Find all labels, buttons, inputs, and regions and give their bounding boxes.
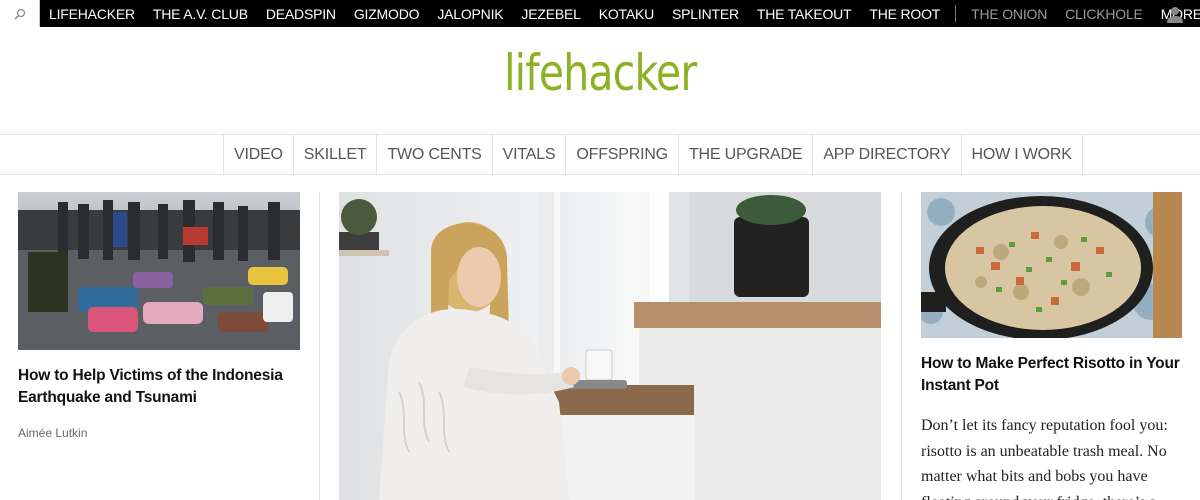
section-tab-vitals[interactable]: VITALS	[493, 135, 567, 174]
column-divider	[319, 192, 320, 500]
network-link-the-a-v-club[interactable]: THE A.V. CLUB	[153, 6, 248, 22]
article-image-earthquake[interactable]	[18, 192, 300, 350]
network-link-the-root[interactable]: THE ROOT	[869, 6, 940, 22]
site-logo[interactable]: lifehacker	[0, 44, 1200, 116]
search-button[interactable]	[0, 0, 40, 27]
section-tab-app-directory[interactable]: APP DIRECTORY	[813, 135, 962, 174]
section-tab-how-i-work[interactable]: HOW I WORK	[962, 135, 1083, 174]
network-link-splinter[interactable]: SPLINTER	[672, 6, 739, 22]
article-card-right: How to Make Perfect Risotto in Your Inst…	[921, 192, 1182, 500]
article-image-risotto[interactable]	[921, 192, 1182, 338]
network-link-jalopnik[interactable]: JALOPNIK	[437, 6, 503, 22]
section-tab-two-cents[interactable]: TWO CENTS	[377, 135, 493, 174]
article-headline-right[interactable]: How to Make Perfect Risotto in Your Inst…	[921, 353, 1182, 397]
section-tab-offspring[interactable]: OFFSPRING	[566, 135, 679, 174]
article-headline-left[interactable]: How to Help Victims of the Indonesia Ear…	[18, 365, 300, 409]
network-link-lifehacker[interactable]: LIFEHACKER	[49, 6, 135, 22]
network-links: LIFEHACKER THE A.V. CLUB DEADSPIN GIZMODO JA…	[40, 0, 1200, 27]
network-link-kotaku[interactable]: KOTAKU	[599, 6, 655, 22]
user-icon[interactable]	[1166, 5, 1184, 23]
section-tab-the-upgrade[interactable]: THE UPGRADE	[679, 135, 814, 174]
section-nav-bar: VIDEO SKILLET TWO CENTS VITALS OFFSPRING THE …	[0, 134, 1200, 175]
network-link-the-onion[interactable]: THE ONION	[971, 6, 1047, 22]
network-link-gizmodo[interactable]: GIZMODO	[354, 6, 420, 22]
article-card-left: How to Help Victims of the Indonesia Ear…	[18, 192, 300, 440]
article-card-center	[339, 192, 881, 500]
article-author-left[interactable]: Aimée Lutkin	[18, 426, 300, 440]
network-separator	[955, 5, 957, 22]
column-divider	[901, 192, 902, 500]
section-tab-skillet[interactable]: SKILLET	[294, 135, 378, 174]
article-image-woman-tablet[interactable]	[339, 192, 881, 500]
article-excerpt-right: Don’t let its fancy reputation fool you:…	[921, 417, 1168, 500]
search-icon	[14, 8, 25, 19]
network-link-clickhole[interactable]: CLICKHOLE	[1065, 6, 1143, 22]
logo-text: lifehacker	[503, 44, 697, 102]
network-bar: LIFEHACKER THE A.V. CLUB DEADSPIN GIZMODO JA…	[0, 0, 1200, 27]
section-nav: VIDEO SKILLET TWO CENTS VITALS OFFSPRING THE …	[223, 135, 1083, 174]
network-link-jezebel[interactable]: JEZEBEL	[521, 6, 580, 22]
network-link-the-takeout[interactable]: THE TAKEOUT	[757, 6, 852, 22]
network-link-deadspin[interactable]: DEADSPIN	[266, 6, 336, 22]
section-tab-video[interactable]: VIDEO	[224, 135, 294, 174]
